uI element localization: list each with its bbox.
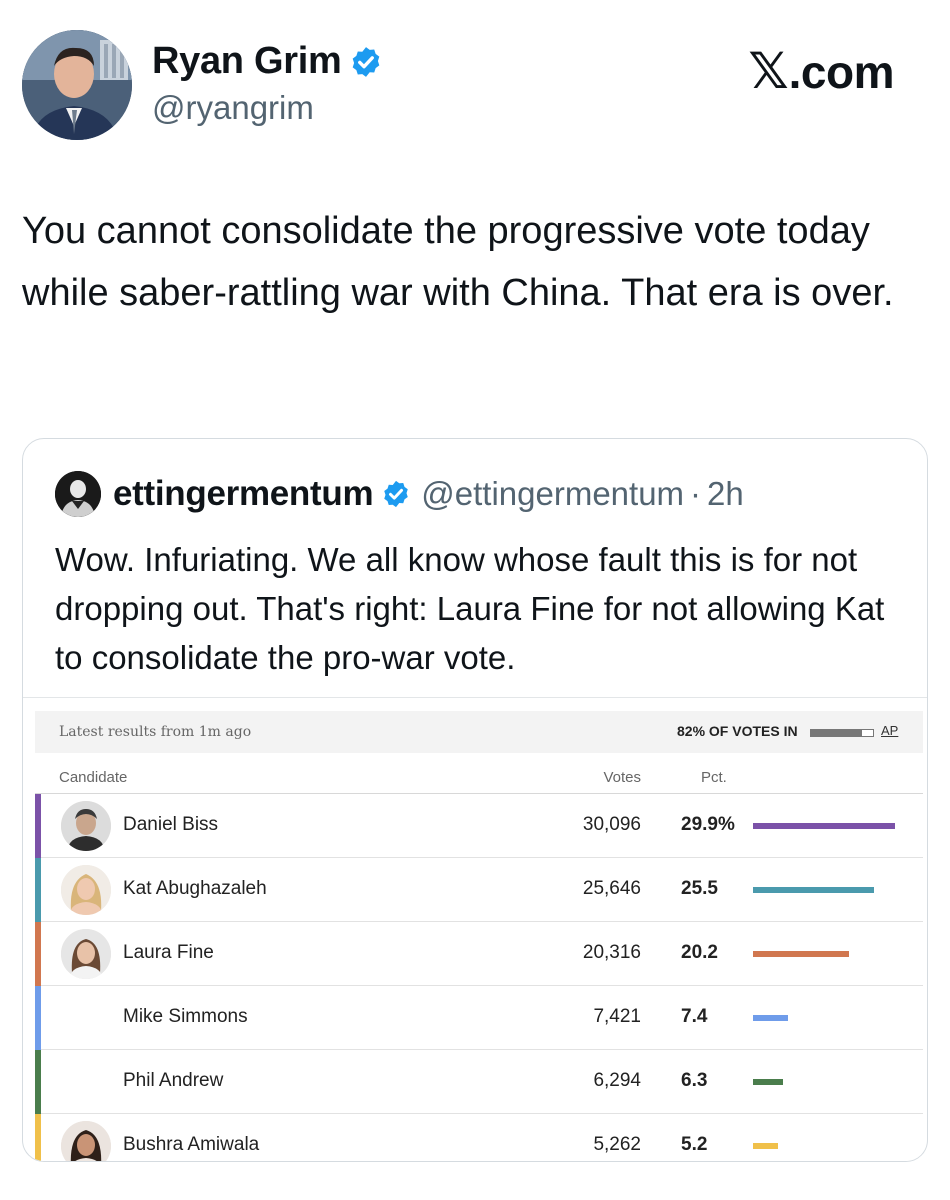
quote-timestamp[interactable]: 2h	[707, 475, 744, 513]
column-header-pct: Pct.	[701, 769, 727, 786]
candidate-pct: 6.3	[681, 1070, 708, 1091]
candidate-votes: 6,294	[593, 1070, 641, 1091]
candidate-photo	[61, 801, 111, 851]
candidate-pct-bar	[753, 887, 874, 893]
latest-results-label: Latest results from 1m ago	[59, 724, 252, 740]
candidate-row: Bushra Amiwala 5,262 5.2	[35, 1114, 923, 1161]
column-header-candidate: Candidate	[59, 769, 128, 786]
candidate-pct: 25.5	[681, 878, 718, 899]
author-block: Ryan Grim @ryangrim	[152, 40, 383, 127]
candidate-votes: 30,096	[582, 814, 641, 835]
candidate-pct: 5.2	[681, 1134, 708, 1155]
ap-source-link[interactable]: AP	[881, 723, 898, 738]
candidate-photo	[61, 865, 111, 915]
candidate-row: Daniel Biss 30,096 29.9%	[35, 794, 923, 858]
candidate-color-strip	[35, 1114, 41, 1161]
candidate-color-strip	[35, 858, 41, 922]
candidate-color-strip	[35, 922, 41, 986]
brand-domain: .com	[788, 46, 895, 98]
candidate-row: Kat Abughazaleh 25,646 25.5	[35, 858, 923, 922]
candidate-pct: 20.2	[681, 942, 718, 963]
column-header-votes: Votes	[603, 769, 641, 786]
candidate-row: Laura Fine 20,316 20.2	[35, 922, 923, 986]
candidate-votes: 20,316	[582, 942, 641, 963]
author-avatar[interactable]	[22, 30, 132, 140]
candidate-color-strip	[35, 1050, 41, 1114]
candidate-name: Phil Andrew	[123, 1070, 224, 1091]
candidate-votes: 25,646	[582, 878, 641, 899]
candidate-pct: 7.4	[681, 1006, 708, 1027]
candidate-color-strip	[35, 794, 41, 858]
reporting-progress-fill	[811, 730, 862, 736]
candidate-pct-bar	[753, 1015, 788, 1021]
x-logo-icon: 𝕏	[748, 42, 789, 100]
candidate-name: Bushra Amiwala	[123, 1134, 260, 1155]
quote-media-divider	[23, 697, 927, 698]
reporting-progress-bar	[810, 729, 874, 737]
quote-tweet-card[interactable]: ettingermentum @ettingermentum · 2h Wow.…	[22, 438, 928, 1162]
candidate-name: Mike Simmons	[123, 1006, 248, 1027]
candidate-photo	[61, 1121, 111, 1161]
candidate-row: Phil Andrew 6,294 6.3	[35, 1050, 923, 1114]
candidate-name: Daniel Biss	[123, 814, 219, 835]
quote-header: ettingermentum @ettingermentum · 2h	[55, 471, 744, 517]
author-name[interactable]: Ryan Grim	[152, 40, 342, 83]
votes-in-label: 82% OF VOTES IN	[677, 723, 798, 739]
election-results-image[interactable]: Latest results from 1m ago 82% OF VOTES …	[35, 711, 923, 1161]
candidate-color-strip	[35, 986, 41, 1050]
candidate-votes: 5,262	[593, 1134, 641, 1155]
candidate-row: Mike Simmons 7,421 7.4	[35, 986, 923, 1050]
candidate-photo	[61, 929, 111, 979]
quote-text: Wow. Infuriating. We all know whose faul…	[55, 541, 885, 676]
verified-badge-icon	[353, 46, 380, 77]
candidate-pct-bar	[753, 1079, 783, 1085]
quote-author-avatar[interactable]	[55, 471, 101, 517]
candidate-name: Laura Fine	[123, 942, 214, 963]
results-topbar: Latest results from 1m ago 82% OF VOTES …	[35, 711, 923, 753]
author-avatar-image	[22, 30, 132, 140]
x-brand-logo: 𝕏 .com	[748, 42, 894, 100]
author-handle[interactable]: @ryangrim	[152, 89, 383, 127]
quote-author-handle[interactable]: @ettingermentum	[421, 475, 684, 513]
tweet-text: You cannot consolidate the progressive v…	[22, 210, 894, 314]
candidate-name: Kat Abughazaleh	[123, 878, 267, 899]
quote-avatar-image	[55, 471, 101, 517]
separator-dot: ·	[690, 475, 702, 512]
verified-badge-icon	[384, 480, 409, 508]
candidate-votes: 7,421	[593, 1006, 641, 1027]
candidate-pct-bar	[753, 1143, 778, 1149]
candidate-pct: 29.9%	[681, 814, 735, 835]
candidate-pct-bar	[753, 951, 849, 957]
quote-author-name[interactable]: ettingermentum	[113, 474, 374, 514]
candidate-pct-bar	[753, 823, 895, 829]
